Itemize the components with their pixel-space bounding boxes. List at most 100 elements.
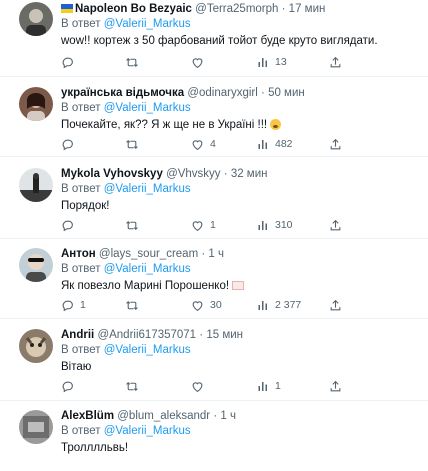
reply-card[interactable]: Антон @lays_sour_cream · 1 ч В ответ @Va… (0, 239, 428, 319)
author-name[interactable]: Andrii (61, 329, 94, 341)
views-button[interactable]: 1 (257, 378, 281, 394)
reply-card[interactable]: Napoleon Bo Bezyaic @Terra25morph · 17 м… (0, 0, 428, 77)
timestamp[interactable]: 50 мин (268, 87, 305, 99)
retweet-icon (126, 220, 138, 230)
reply-mention-link[interactable]: @Valerii_Markus (104, 263, 191, 275)
views-count: 482 (275, 138, 293, 150)
reply-prefix: В ответ (61, 344, 101, 356)
author-name[interactable]: Антон (61, 248, 96, 260)
reply-card[interactable]: українська відьмочка @odinaryxgirl · 50 … (0, 77, 428, 157)
author-handle[interactable]: @odinaryxgirl (187, 87, 257, 99)
tweet-text: Порядок! (61, 200, 110, 212)
reply-prefix: В ответ (61, 102, 101, 114)
reply-prefix: В ответ (61, 18, 101, 30)
like-button[interactable]: 1 (191, 217, 216, 233)
share-button[interactable] (329, 297, 342, 313)
reply-icon (62, 220, 73, 231)
views-button[interactable]: 2 377 (257, 297, 301, 313)
views-count: 310 (275, 219, 293, 231)
heart-icon (192, 220, 203, 231)
author-handle[interactable]: @lays_sour_cream (99, 248, 198, 260)
reply-card[interactable]: Andrii @Andrii617357071 · 15 мин В ответ… (0, 319, 428, 401)
avatar[interactable] (19, 329, 53, 363)
reply-button[interactable]: 1 (61, 297, 86, 313)
reply-card[interactable]: AlexBlüm @blum_aleksandr · 1 ч В ответ @… (0, 401, 428, 471)
tweet-text: Тролллльвь! (61, 442, 129, 454)
share-icon (330, 56, 341, 67)
like-button[interactable]: 4 (191, 136, 216, 152)
reply-prefix: В ответ (61, 183, 101, 195)
author-name[interactable]: Mykola Vyhovskyy (61, 168, 163, 180)
reply-mention-link[interactable]: @Valerii_Markus (104, 344, 191, 356)
like-button[interactable] (191, 378, 210, 394)
separator: · (201, 248, 206, 260)
author-name[interactable]: Napoleon Bo Bezyaic (75, 3, 192, 15)
avatar[interactable] (19, 410, 53, 444)
like-button[interactable] (191, 54, 210, 70)
share-button[interactable] (329, 378, 342, 394)
author-handle[interactable]: @Vhvskyy (166, 168, 221, 180)
like-button[interactable]: 30 (191, 297, 222, 313)
tweet-text: wow!! кортеж з 50 фарбований тойот буде … (61, 35, 378, 47)
share-icon (330, 380, 341, 391)
reply-mention-link[interactable]: @Valerii_Markus (104, 18, 191, 30)
reply-icon (62, 381, 73, 392)
avatar[interactable] (19, 248, 53, 282)
separator: · (213, 410, 218, 422)
views-chart-icon (258, 382, 267, 391)
retweet-icon (126, 57, 138, 67)
share-button[interactable] (329, 217, 342, 233)
timestamp[interactable]: 32 мин (231, 168, 268, 180)
retweet-button[interactable] (125, 378, 145, 394)
reply-mention-link[interactable]: @Valerii_Markus (104, 425, 191, 437)
separator: · (223, 168, 228, 180)
like-count: 30 (210, 299, 222, 311)
separator: · (281, 3, 286, 15)
timestamp[interactable]: 1 ч (220, 410, 236, 422)
heart-icon (192, 57, 203, 68)
author-handle[interactable]: @blum_aleksandr (117, 410, 210, 422)
views-button[interactable]: 13 (257, 54, 287, 70)
reply-button[interactable] (61, 378, 80, 394)
heart-icon (192, 381, 203, 392)
reply-button[interactable] (61, 54, 80, 70)
avatar[interactable] (19, 168, 53, 202)
views-count: 13 (275, 56, 287, 68)
reply-mention-link[interactable]: @Valerii_Markus (104, 102, 191, 114)
retweet-button[interactable] (125, 217, 145, 233)
reply-mention-link[interactable]: @Valerii_Markus (104, 183, 191, 195)
timestamp[interactable]: 1 ч (208, 248, 224, 260)
share-icon (330, 299, 341, 310)
reply-icon (62, 300, 73, 311)
tweet-text: Почекайте, як?? Я ж ще не в Україні !!! (61, 119, 268, 131)
tweet-text: Вітаю (61, 361, 92, 373)
share-icon (330, 219, 341, 230)
author-handle[interactable]: @Andrii617357071 (97, 329, 196, 341)
timestamp[interactable]: 17 мин (289, 3, 326, 15)
reply-card[interactable]: Mykola Vyhovskyy @Vhvskyy · 32 мин В отв… (0, 157, 428, 239)
views-chart-icon (258, 301, 267, 310)
reply-button[interactable] (61, 217, 80, 233)
like-count: 1 (210, 219, 216, 231)
author-name[interactable]: українська відьмочка (61, 87, 184, 99)
retweet-button[interactable] (125, 136, 145, 152)
author-name[interactable]: AlexBlüm (61, 410, 114, 422)
views-button[interactable]: 482 (257, 136, 293, 152)
reply-icon (62, 139, 73, 150)
share-button[interactable] (329, 136, 342, 152)
author-handle[interactable]: @Terra25morph (195, 3, 278, 15)
share-button[interactable] (329, 54, 342, 70)
timestamp[interactable]: 15 мин (206, 329, 243, 341)
heart-icon (192, 139, 203, 150)
ukraine-flag-icon (61, 4, 73, 13)
retweet-icon (126, 381, 138, 391)
views-button[interactable]: 310 (257, 217, 293, 233)
avatar[interactable] (19, 2, 53, 36)
retweet-icon (126, 300, 138, 310)
tweet-text: Як повезло Марині Порошенко! (61, 280, 230, 292)
reply-button[interactable] (61, 136, 80, 152)
like-count: 4 (210, 138, 216, 150)
retweet-button[interactable] (125, 54, 145, 70)
retweet-button[interactable] (125, 297, 145, 313)
avatar[interactable] (19, 87, 53, 121)
